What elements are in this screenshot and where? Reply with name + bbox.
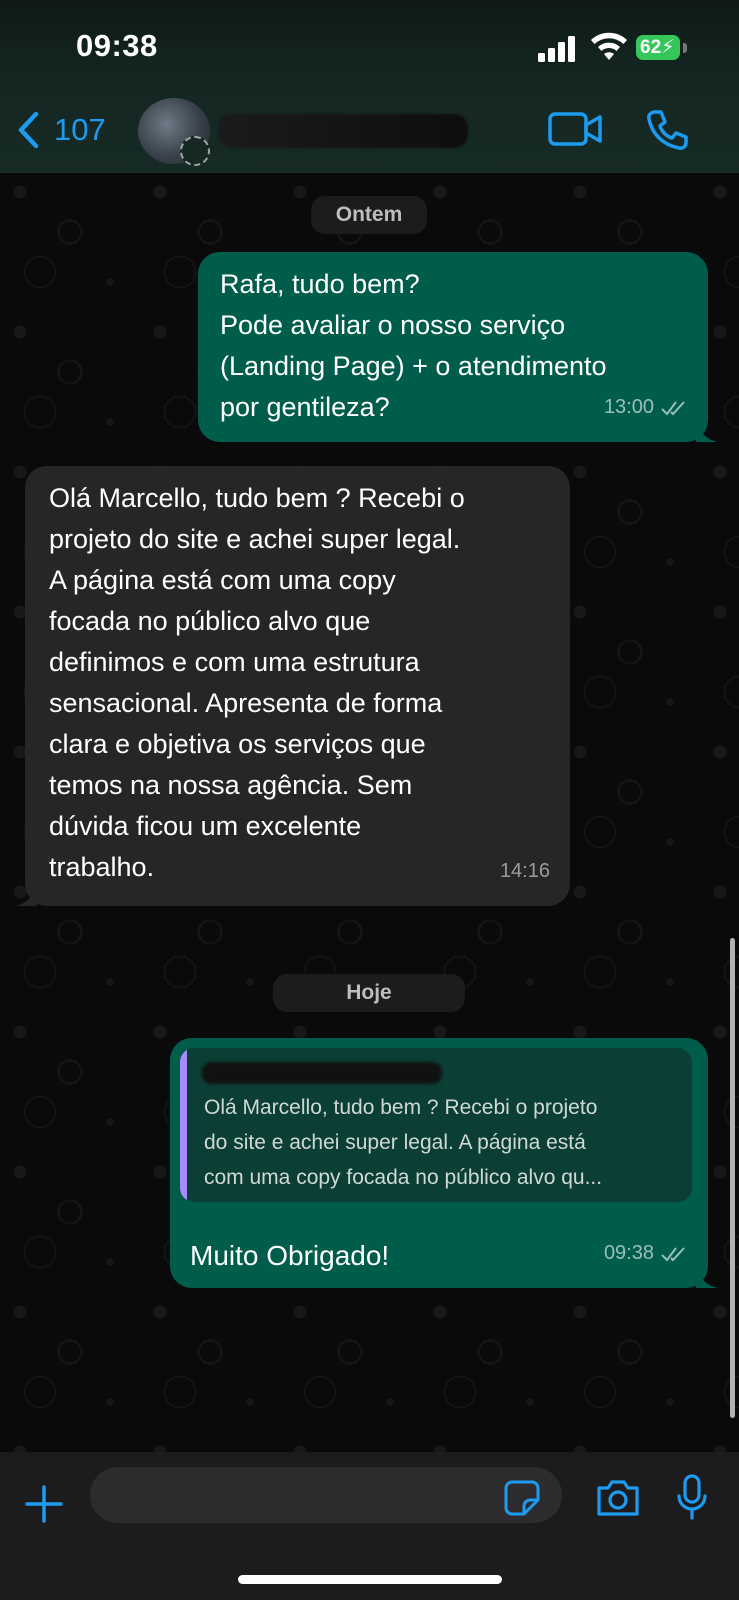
message-composer (0, 1452, 739, 1600)
message-bubble-outgoing[interactable]: Rafa, tudo bem? Pode avaliar o nosso ser… (198, 252, 718, 442)
chevron-left-icon (18, 111, 39, 149)
plus-icon[interactable] (24, 1484, 64, 1524)
quote-text: Olá Marcello, tudo bem ? Recebi o projet… (204, 1096, 603, 1189)
message-text: Muito Obrigado! (190, 1240, 390, 1271)
quoted-message[interactable]: Olá Marcello, tudo bem ? Recebi o projet… (180, 1048, 692, 1202)
battery-indicator: 62⚡ (636, 35, 680, 60)
message-time: 14:16 (499, 860, 550, 882)
message-meta: 09:38 (604, 1233, 688, 1274)
battery-cap (683, 43, 687, 53)
message-meta: 13:00 (604, 387, 688, 428)
message-text: Olá Marcello, tudo bem ? Recebi o projet… (49, 483, 465, 882)
camera-icon[interactable] (595, 1478, 641, 1518)
cellular-signal-icon (538, 36, 575, 62)
sticker-icon[interactable] (504, 1480, 540, 1516)
bubble-tail (696, 1266, 718, 1288)
bubble-tail (15, 884, 37, 906)
date-separator: Ontem (311, 196, 427, 234)
home-indicator (238, 1575, 502, 1584)
contact-name-redacted[interactable] (218, 114, 468, 148)
microphone-icon[interactable] (676, 1474, 708, 1520)
scrollbar[interactable] (730, 938, 735, 1418)
video-camera-icon[interactable] (548, 110, 604, 148)
back-button[interactable]: 107 (16, 108, 106, 152)
double-check-icon (661, 1246, 685, 1262)
message-time: 13:00 (603, 396, 654, 418)
quote-bar (180, 1048, 187, 1202)
phone-icon[interactable] (645, 108, 689, 152)
date-separator: Hoje (273, 974, 465, 1012)
unread-count: 107 (54, 112, 106, 147)
double-check-icon (661, 400, 685, 416)
message-input[interactable] (90, 1467, 562, 1523)
chat-header: 09:38 62⚡ 107 (0, 0, 739, 173)
status-time: 09:38 (76, 28, 158, 63)
wifi-icon (591, 32, 627, 60)
message-bubble-incoming[interactable]: Olá Marcello, tudo bem ? Recebi o projet… (15, 466, 570, 906)
status-icon (180, 136, 210, 166)
message-time: 09:38 (603, 1242, 654, 1264)
message-bubble-outgoing-reply[interactable]: Olá Marcello, tudo bem ? Recebi o projet… (170, 1038, 718, 1288)
message-meta: 14:16 (500, 851, 550, 892)
bubble-tail (696, 420, 718, 442)
quote-author-redacted (202, 1062, 442, 1084)
battery-level: 62 (640, 37, 662, 58)
